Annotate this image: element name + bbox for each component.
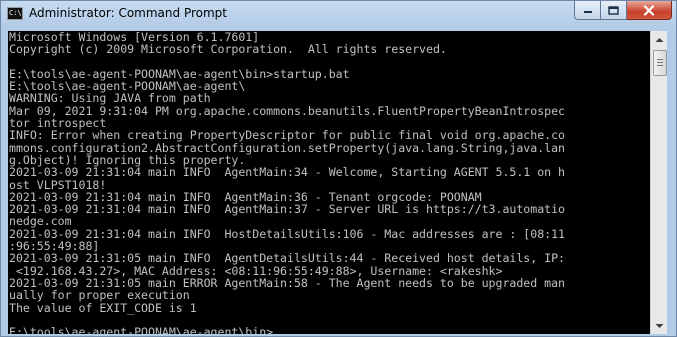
console-line: 2021-03-09 21:31:04 main INFO AgentMain:… bbox=[9, 165, 566, 180]
scroll-down-button[interactable] bbox=[652, 317, 667, 334]
console-line: 2021-03-09 21:31:04 main INFO HostDetail… bbox=[9, 226, 566, 241]
chevron-up-icon bbox=[655, 37, 664, 42]
caption-buttons bbox=[574, 1, 672, 20]
grip-line bbox=[657, 59, 663, 60]
command-prompt-window: C:\ Administrator: Command Prompt Micros bbox=[0, 0, 677, 337]
console-line: ually for proper execution bbox=[9, 288, 190, 303]
title-bar[interactable]: C:\ Administrator: Command Prompt bbox=[1, 1, 676, 27]
vertical-scrollbar[interactable] bbox=[650, 31, 667, 334]
chevron-down-icon bbox=[655, 323, 664, 328]
close-button[interactable] bbox=[627, 1, 672, 20]
console-line: nedge.com bbox=[9, 214, 72, 229]
console-output[interactable]: Microsoft Windows [Version 6.1.7601] Copy… bbox=[8, 31, 650, 334]
grip-line bbox=[657, 62, 663, 63]
minimize-button[interactable] bbox=[574, 1, 601, 20]
close-icon bbox=[643, 4, 655, 16]
console-line: Copyright (c) 2009 Microsoft Corporation… bbox=[9, 42, 447, 57]
console-line: ost VLPST1018! bbox=[9, 177, 107, 192]
maximize-button[interactable] bbox=[601, 1, 627, 20]
console-line: INFO: Error when creating PropertyDescri… bbox=[9, 128, 566, 143]
console-line: E:\tools\ae-agent-POONAM\ae-agent\bin> bbox=[9, 325, 274, 334]
cmd-icon[interactable]: C:\ bbox=[7, 7, 23, 20]
scrollbar-thumb[interactable] bbox=[653, 50, 667, 76]
maximize-icon bbox=[608, 5, 619, 15]
grip-line bbox=[657, 65, 663, 66]
console-line: 2021-03-09 21:31:04 main INFO AgentMain:… bbox=[9, 202, 566, 217]
minimize-icon bbox=[583, 11, 592, 13]
console-line: WARNING: Using JAVA from path bbox=[9, 91, 211, 106]
console-line: The value of EXIT_CODE is 1 bbox=[9, 300, 197, 315]
scroll-up-button[interactable] bbox=[652, 31, 667, 48]
window-title: Administrator: Command Prompt bbox=[29, 6, 227, 20]
console-line: 2021-03-09 21:31:05 main INFO AgentDetai… bbox=[9, 251, 566, 266]
